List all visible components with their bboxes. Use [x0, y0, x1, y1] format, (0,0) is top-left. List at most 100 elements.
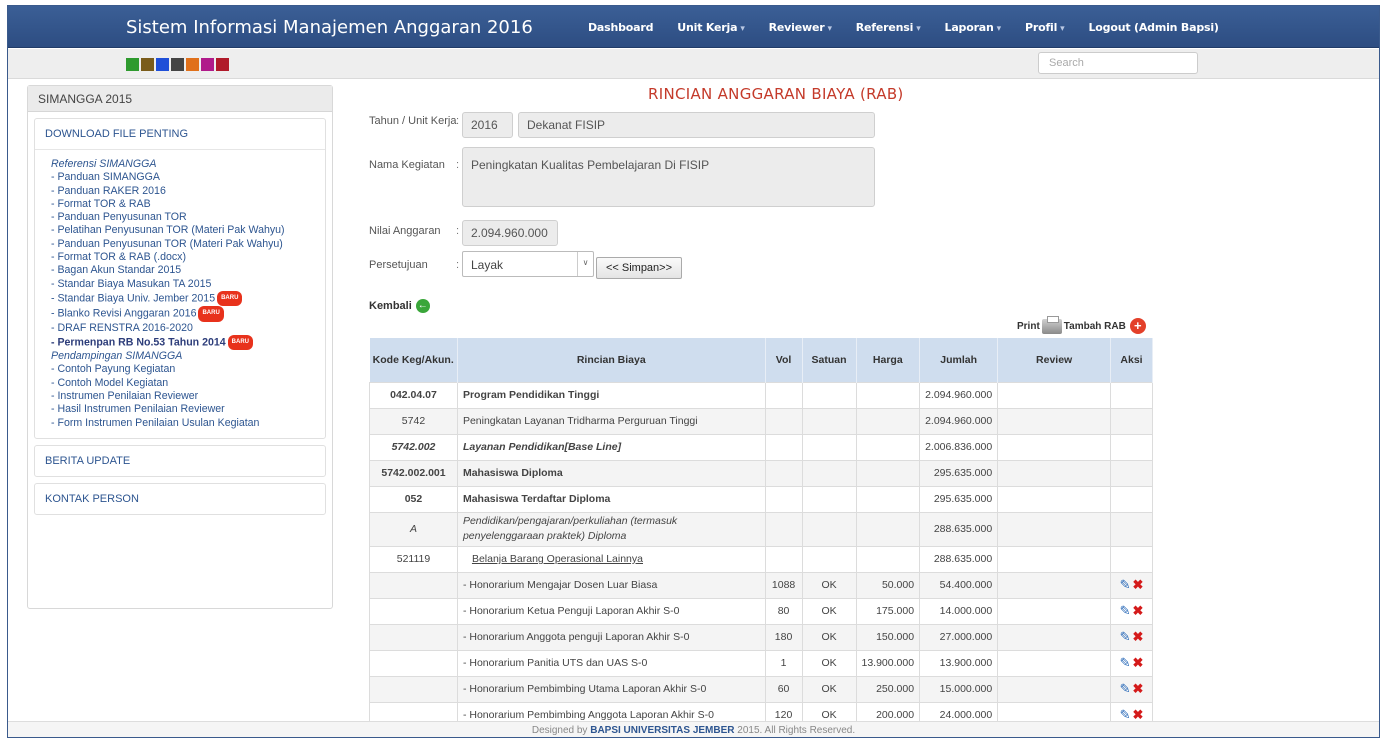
cell-vol — [764, 485, 803, 513]
persetujuan-select[interactable]: Layak ∨ — [462, 251, 594, 277]
kontak-panel-title[interactable]: KONTAK PERSON — [35, 484, 325, 514]
page-title: RINCIAN ANGGARAN BIAYA (RAB) — [648, 85, 904, 103]
link-pelatihan-tor[interactable]: - Pelatihan Penyusunan TOR (Materi Pak W… — [51, 224, 315, 237]
nilai-anggaran-field[interactable]: 2.094.960.000 — [462, 220, 558, 246]
theme-swatch-purple[interactable] — [201, 58, 214, 71]
delete-icon[interactable]: ✖ — [1133, 603, 1144, 619]
cell-aksi: ✎ ✖ — [1110, 571, 1153, 599]
theme-swatch-orange[interactable] — [186, 58, 199, 71]
cell-rincian: - Honorarium Ketua Penguji Laporan Akhir… — [456, 597, 766, 625]
download-panel-title[interactable]: DOWNLOAD FILE PENTING — [35, 119, 325, 150]
cell-aksi: ✎ ✖ — [1110, 597, 1153, 625]
link-format-tor-rab[interactable]: - Format TOR & RAB — [51, 198, 315, 211]
cell-rincian: - Honorarium Panitia UTS dan UAS S-0 — [456, 649, 766, 677]
kegiatan-label: Nama Kegiatan — [369, 159, 445, 171]
delete-icon[interactable]: ✖ — [1133, 629, 1144, 645]
delete-icon[interactable]: ✖ — [1133, 681, 1144, 697]
nav-reviewer[interactable]: Reviewer ▾ — [769, 21, 832, 34]
cell-aksi — [1110, 381, 1153, 409]
delete-icon[interactable]: ✖ — [1133, 655, 1144, 671]
tahun-field[interactable]: 2016 — [462, 112, 513, 138]
nav-dashboard[interactable]: Dashboard — [588, 21, 653, 34]
cell-review — [997, 571, 1111, 599]
link-blanko-revisi[interactable]: - Blanko Revisi Anggaran 2016 BARU — [51, 306, 315, 322]
link-panduan-penyusunan-tor[interactable]: - Panduan Penyusunan TOR — [51, 211, 315, 224]
app-brand[interactable]: Sistem Informasi Manajemen Anggaran 2016 — [126, 17, 533, 38]
cell-kode — [369, 649, 458, 677]
link-permenpan[interactable]: - Permenpan RB No.53 Tahun 2014 BARU — [51, 334, 315, 351]
cell-jumlah: 27.000.000 — [919, 623, 999, 651]
footer-prefix: Designed by — [531, 725, 588, 736]
download-panel-body: Referensi SIMANGGA - Panduan SIMANGGA - … — [35, 150, 325, 438]
theme-swatch-brown[interactable] — [141, 58, 154, 71]
cell-kode: 5742.002.001 — [369, 459, 458, 487]
theme-swatch-blue[interactable] — [156, 58, 169, 71]
simpan-button[interactable]: << Simpan>> — [596, 257, 682, 279]
rab-table: Kode Keg/Akun. Rincian Biaya Vol Satuan … — [369, 338, 1153, 729]
link-contoh-payung[interactable]: - Contoh Payung Kegiatan — [51, 363, 315, 376]
nav-referensi-label: Referensi — [855, 20, 914, 34]
edit-icon[interactable]: ✎ — [1120, 577, 1131, 593]
tambah-rab-label[interactable]: Tambah RAB — [1064, 321, 1126, 332]
table-row: - Honorarium Anggota penguji Laporan Akh… — [369, 623, 1153, 651]
nav-laporan[interactable]: Laporan ▾ — [945, 21, 1002, 34]
cell-review — [997, 597, 1111, 625]
add-icon[interactable]: + — [1129, 318, 1146, 334]
cell-kode: 521119 — [369, 545, 458, 573]
theme-swatch-red[interactable] — [216, 58, 229, 71]
app-frame: Sistem Informasi Manajemen Anggaran 2016… — [7, 5, 1380, 738]
group-referensi: Referensi SIMANGGA — [51, 158, 157, 170]
cell-kode: A — [369, 511, 458, 547]
cell-satuan — [801, 545, 857, 573]
link-hasil-instrumen[interactable]: - Hasil Instrumen Penilaian Reviewer — [51, 403, 315, 416]
link-format-docx[interactable]: - Format TOR & RAB (.docx) — [51, 251, 315, 264]
group-pendampingan: Pendampingan SIMANGGA — [51, 350, 183, 363]
back-arrow-icon: ← — [415, 299, 430, 313]
cell-kode — [369, 571, 458, 599]
table-row: 052 Mahasiswa Terdaftar Diploma 295.635.… — [369, 485, 1153, 513]
link-draf-renstra[interactable]: - DRAF RENSTRA 2016-2020 — [51, 322, 315, 335]
link-panduan-simangga[interactable]: - Panduan SIMANGGA — [51, 171, 315, 184]
link-bagan-akun[interactable]: - Bagan Akun Standar 2015 — [51, 264, 315, 277]
edit-icon[interactable]: ✎ — [1120, 655, 1131, 671]
nav-logout[interactable]: Logout (Admin Bapsi) — [1089, 21, 1219, 34]
nav-unit-kerja[interactable]: Unit Kerja ▾ — [677, 21, 745, 34]
cell-kode — [369, 675, 458, 703]
kembali-link[interactable]: Kembali ← — [369, 299, 430, 313]
nama-kegiatan-field[interactable]: Peningkatan Kualitas Pembelajaran Di FIS… — [462, 147, 875, 207]
cell-aksi — [1110, 545, 1153, 573]
cell-rincian: Belanja Barang Operasional Lainnya — [456, 545, 766, 573]
search-input[interactable]: Search — [1038, 52, 1198, 74]
nav-profil[interactable]: Profil ▾ — [1025, 21, 1065, 34]
cell-rincian: Mahasiswa Terdaftar Diploma — [456, 485, 766, 513]
chevron-down-icon: ▾ — [996, 23, 1002, 34]
edit-icon[interactable]: ✎ — [1120, 629, 1131, 645]
print-label[interactable]: Print — [1017, 321, 1040, 332]
table-row: A Pendidikan/pengajaran/perkuliahan (ter… — [369, 511, 1153, 547]
link-instrumen-penilaian[interactable]: - Instrumen Penilaian Reviewer — [51, 390, 315, 403]
edit-icon[interactable]: ✎ — [1120, 603, 1131, 619]
link-panduan-raker[interactable]: - Panduan RAKER 2016 — [51, 185, 315, 198]
link-standar-biaya-masukan[interactable]: - Standar Biaya Masukan TA 2015 — [51, 278, 315, 291]
cell-aksi — [1110, 485, 1153, 513]
footer-org: BAPSI UNIVERSITAS JEMBER — [590, 725, 735, 736]
unit-kerja-field[interactable]: Dekanat FISIP — [518, 112, 875, 138]
link-standar-biaya-univ[interactable]: - Standar Biaya Univ. Jember 2015 BARU — [51, 290, 315, 307]
link-contoh-model[interactable]: - Contoh Model Kegiatan — [51, 377, 315, 390]
berita-panel-title[interactable]: BERITA UPDATE — [35, 446, 325, 476]
link-panduan-tor-wahyu[interactable]: - Panduan Penyusunan TOR (Materi Pak Wah… — [51, 238, 315, 251]
link-standar-biaya-univ-label: - Standar Biaya Univ. Jember 2015 — [51, 292, 216, 305]
new-badge: BARU — [217, 290, 243, 307]
cell-review — [997, 649, 1111, 677]
link-form-instrumen[interactable]: - Form Instrumen Penilaian Usulan Kegiat… — [51, 417, 315, 430]
printer-icon[interactable] — [1041, 315, 1062, 334]
col-jumlah: Jumlah — [919, 338, 999, 382]
cell-satuan: OK — [801, 675, 857, 703]
delete-icon[interactable]: ✖ — [1133, 577, 1144, 593]
theme-swatch-green[interactable] — [126, 58, 139, 71]
nav-referensi[interactable]: Referensi ▾ — [856, 21, 921, 34]
cell-jumlah: 13.900.000 — [919, 649, 999, 677]
theme-swatch-gray[interactable] — [171, 58, 184, 71]
edit-icon[interactable]: ✎ — [1120, 681, 1131, 697]
cell-rincian-link[interactable]: Belanja Barang Operasional Lainnya — [472, 553, 643, 565]
